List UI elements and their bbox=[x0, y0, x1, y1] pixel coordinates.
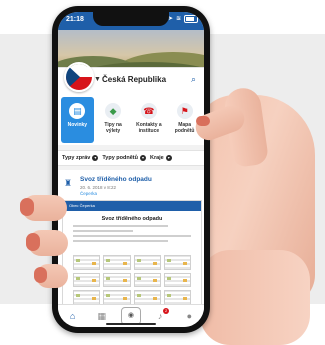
search-icon[interactable]: ⌕ bbox=[191, 74, 196, 85]
calendar-month bbox=[133, 272, 161, 288]
status-time: 21:18 bbox=[66, 16, 84, 23]
filter-typy-zprav[interactable]: Typy zpráv ▾ bbox=[62, 155, 99, 161]
tile-label: Tipy na výlety bbox=[104, 122, 122, 134]
card-location[interactable]: Čeperka bbox=[80, 191, 97, 196]
calendar-month bbox=[133, 290, 161, 305]
news-card[interactable]: ♜ Svoz tříděného odpadu 20. 6. 2018 v 8:… bbox=[58, 170, 204, 310]
document-title: Svoz tříděného odpadu bbox=[101, 216, 163, 222]
fingernail bbox=[26, 233, 40, 251]
calendar-month bbox=[103, 290, 131, 305]
hand-wrist bbox=[200, 250, 310, 345]
calendar-month bbox=[73, 290, 101, 305]
calendar-month bbox=[163, 255, 191, 270]
document-header: Obec Čeperka bbox=[63, 201, 201, 211]
fingernail bbox=[20, 198, 34, 216]
calendar-month bbox=[73, 272, 101, 288]
calendar-month bbox=[133, 255, 161, 270]
calendar-month bbox=[73, 255, 101, 270]
filter-label: Typy podnětů bbox=[102, 155, 138, 161]
notification-badge: 2 bbox=[163, 308, 170, 314]
phone-screen: 21:18 ➤ ≋ ▼ Česká Republika ⌕ ▤ Novinky … bbox=[58, 12, 204, 327]
battery-icon bbox=[184, 15, 198, 23]
document-text-line bbox=[73, 225, 168, 227]
chevron-down-icon: ▾ bbox=[165, 155, 172, 161]
chevron-down-icon: ▾ bbox=[139, 155, 146, 161]
map-pin-icon: ⚑ bbox=[176, 103, 193, 119]
chevron-down-icon: ▾ bbox=[92, 155, 99, 161]
filter-bar: Typy zpráv ▾ Typy podnětů ▾ Kraje ▾ bbox=[58, 150, 204, 166]
country-name: Česká Republika bbox=[102, 75, 167, 84]
card-date: 20. 6. 2018 v 8:22 bbox=[80, 185, 117, 190]
tile-tipy-na-vylety[interactable]: ◆ Tipy na výlety bbox=[97, 97, 130, 143]
document-preview-image[interactable]: Obec Čeperka Svoz tříděného odpadu bbox=[62, 200, 202, 310]
home-indicator bbox=[106, 323, 156, 325]
document-text-line bbox=[73, 235, 191, 237]
tile-label: Novinky bbox=[67, 122, 88, 128]
calendar-month bbox=[163, 272, 191, 288]
filter-label: Typy zpráv bbox=[62, 155, 91, 161]
filter-kraje[interactable]: Kraje ▾ bbox=[150, 155, 172, 161]
czech-flag-icon bbox=[64, 62, 94, 92]
tile-label: Kontakty a instituce bbox=[136, 122, 162, 134]
bell-icon[interactable]: ♪ 2 bbox=[150, 308, 170, 321]
contacts-icon: ☎ bbox=[140, 103, 157, 119]
chevron-down-icon: ▼ bbox=[94, 76, 101, 83]
calendar-month bbox=[163, 290, 191, 305]
fingernail bbox=[196, 116, 210, 126]
bag-icon: ◆ bbox=[105, 103, 122, 119]
document-text-line bbox=[73, 230, 133, 232]
calendar-month bbox=[103, 272, 131, 288]
tile-novinky[interactable]: ▤ Novinky bbox=[61, 97, 94, 143]
tile-kontakty[interactable]: ☎ Kontakty a instituce bbox=[133, 97, 166, 143]
document-text-line bbox=[73, 240, 168, 242]
card-title: Svoz tříděného odpadu bbox=[80, 176, 152, 183]
filter-label: Kraje bbox=[149, 155, 164, 161]
category-tiles: ▤ Novinky ◆ Tipy na výlety ☎ Kontakty a … bbox=[58, 95, 204, 145]
grid-icon[interactable]: ▦ bbox=[92, 311, 112, 322]
calendar-month bbox=[103, 255, 131, 270]
status-icons: ➤ ≋ bbox=[168, 15, 198, 23]
flag-blue-triangle bbox=[66, 64, 80, 90]
phone-notch bbox=[93, 12, 169, 26]
wifi-icon: ≋ bbox=[175, 16, 181, 22]
calendar-grid bbox=[73, 255, 191, 305]
home-icon[interactable]: ⌂ bbox=[63, 311, 83, 321]
fingernail bbox=[34, 267, 47, 283]
filter-typy-podnetu[interactable]: Typy podnětů ▾ bbox=[102, 155, 146, 161]
news-icon: ▤ bbox=[69, 103, 86, 119]
profile-icon[interactable]: ● bbox=[179, 311, 199, 321]
municipality-icon: ♜ bbox=[64, 178, 73, 188]
